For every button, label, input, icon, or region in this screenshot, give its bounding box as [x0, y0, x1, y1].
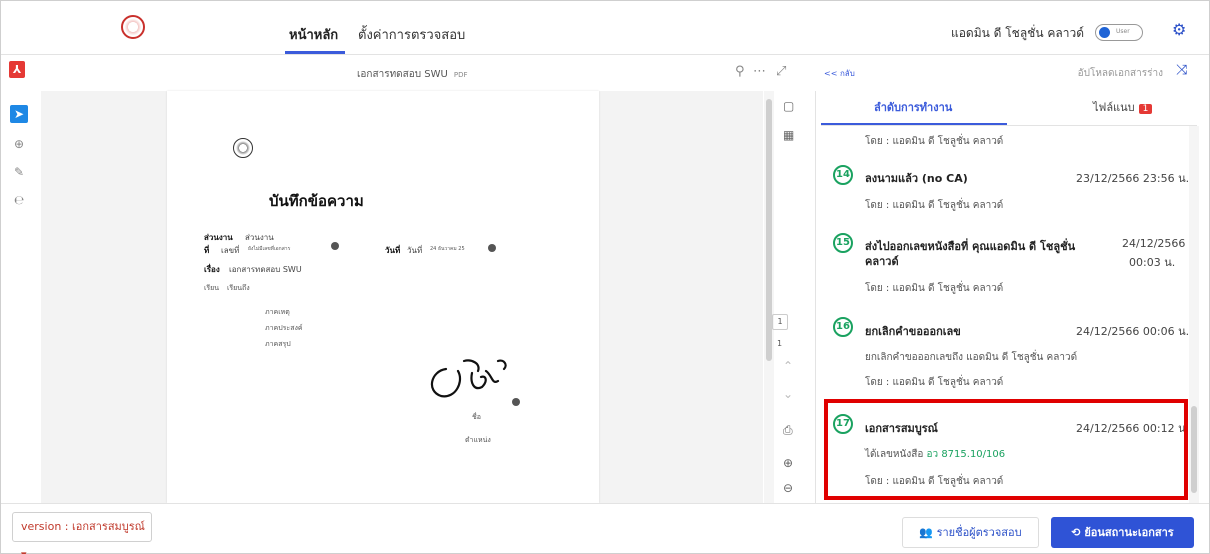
nav-review-settings[interactable]: ตั้งค่าการตรวจสอบ	[358, 24, 465, 45]
reviewers-button-label: รายชื่อผู้ตรวจสอบ	[936, 526, 1022, 539]
shuffle-icon[interactable]: ⤨	[1176, 62, 1187, 78]
university-seal-logo[interactable]	[121, 15, 145, 39]
step-by: โดย : แอดมิน ดี โชลูชั่น คลาวด์	[865, 136, 1004, 147]
reviewers-button[interactable]: 👥 รายชื่อผู้ตรวจสอบ	[902, 517, 1039, 548]
gear-icon[interactable]: ⚙	[1172, 20, 1186, 39]
revert-status-button[interactable]: ⟲ ย้อนสถานะเอกสาร	[1051, 517, 1194, 548]
memo-subject-value: เอกสารทดสอบ SWU	[229, 265, 302, 274]
attachments-count-badge: 1	[1138, 104, 1153, 114]
memo-to-label: เรียน	[204, 284, 220, 292]
signer-name: ชื่อ	[472, 413, 481, 421]
step-by: โดย : แอดมิน ดี โชลูชั่น คลาวด์	[865, 200, 1004, 211]
upload-draft-link[interactable]: อัปโหลดเอกสารร่าง	[1078, 66, 1163, 81]
user-add-icon: 👥	[919, 526, 934, 539]
toggle-label: User	[1116, 28, 1130, 35]
back-link[interactable]: << กลับ	[824, 67, 855, 80]
memo-item: ภาคประสงค์	[265, 324, 303, 332]
comments-icon[interactable]: ▢	[783, 99, 794, 113]
page-number-input[interactable]: 1	[772, 314, 788, 330]
memo-item: ภาคสรุป	[265, 340, 291, 348]
revert-icon: ⟲	[1071, 526, 1081, 539]
document-seal-logo	[233, 138, 253, 158]
signature-marker[interactable]	[512, 398, 520, 406]
pdf-icon[interactable]: ⅄	[9, 61, 25, 78]
signature-marker[interactable]	[331, 242, 339, 250]
document-page	[167, 91, 599, 503]
comment-tool-icon[interactable]: ⊕	[10, 135, 28, 153]
step-number: 15	[833, 233, 853, 253]
document-settings-icon[interactable]: ⎙	[783, 423, 793, 438]
thumbnails-icon[interactable]: ▦	[783, 128, 794, 142]
step-time: 24/12/2566	[1122, 237, 1186, 250]
signer-position: ตำแหน่ง	[465, 436, 491, 444]
user-name: แอดมิน ดี โชลูชั่น คลาวด์	[950, 26, 1084, 40]
memo-to-value: เรียนถึง	[227, 284, 250, 292]
tab-workflow[interactable]: ลำดับการทำงาน	[874, 98, 952, 116]
search-icon[interactable]: ⚲	[735, 64, 745, 79]
zoom-out-icon[interactable]: ⊖	[783, 481, 793, 495]
step-number: 16	[833, 317, 853, 337]
memo-subject-label: เรื่อง	[204, 265, 220, 274]
nav-home[interactable]: หน้าหลัก	[289, 24, 338, 45]
memo-date-value: วันที่	[407, 246, 423, 255]
handwritten-signature	[430, 359, 507, 398]
document-name: เอกสารทดสอบ SWU	[357, 69, 448, 80]
step-time: 24/12/2566 00:06 น.	[1076, 325, 1190, 338]
memo-no-small: ยังไม่มีเลขที่เอกสาร	[248, 246, 291, 252]
page-total: 1	[777, 339, 783, 348]
memo-item: ภาคเหตุ	[265, 308, 290, 316]
memo-dept-value: ส่วนงาน	[245, 233, 274, 242]
signature-marker[interactable]	[488, 244, 496, 252]
user-mode-toggle[interactable]: User	[1095, 24, 1143, 41]
step-title: ยกเลิกคำขอออกเลข	[865, 325, 961, 338]
memo-no-label: ที่	[204, 246, 210, 255]
toggle-knob	[1099, 27, 1110, 38]
memo-heading: บันทึกข้อความ	[269, 192, 364, 210]
step-number: 14	[833, 165, 853, 185]
version-select[interactable]: version : เอกสารสมบูรณ์ ▾	[12, 512, 152, 554]
step-by: โดย : แอดมิน ดี โชลูชั่น คลาวด์	[865, 377, 1004, 388]
select-tool-icon[interactable]: ➤	[10, 105, 28, 123]
more-icon[interactable]: ⋯	[753, 64, 766, 79]
page-up-icon[interactable]: ⌃	[783, 359, 793, 373]
app-window: หน้าหลัก ตั้งค่าการตรวจสอบ แอดมิน ดี โชล…	[0, 0, 1210, 554]
step-time: 23/12/2566 23:56 น.	[1076, 172, 1190, 185]
memo-date-small: 24 ธันวาคม 25	[430, 246, 465, 252]
highlight-box	[824, 399, 1188, 500]
step-title-cont: คลาวด์	[865, 255, 899, 268]
document-file-type: PDF	[453, 71, 468, 79]
tab-attachments-label: ไฟล์แนบ	[1093, 101, 1135, 114]
expand-icon[interactable]: ⤢	[776, 64, 786, 79]
step-time-cont: 00:03 น.	[1129, 256, 1176, 269]
viewer-side-tools	[776, 91, 816, 503]
memo-dept-label: ส่วนงาน	[204, 233, 233, 242]
step-title: ลงนามแล้ว (no CA)	[865, 172, 968, 185]
memo-date-label: วันที่	[385, 246, 401, 255]
lasso-tool-icon[interactable]: ℮	[10, 191, 28, 209]
memo-no-value: เลขที่	[221, 246, 240, 255]
nav-active-indicator	[285, 51, 345, 54]
page-down-icon[interactable]: ⌄	[783, 387, 793, 401]
revert-button-label: ย้อนสถานะเอกสาร	[1084, 526, 1174, 539]
tab-attachments[interactable]: ไฟล์แนบ 1	[1093, 98, 1153, 116]
panel-scroll-thumb[interactable]	[1191, 406, 1197, 493]
pen-tool-icon[interactable]: ✎	[10, 163, 28, 181]
zoom-in-icon[interactable]: ⊕	[783, 456, 793, 470]
step-detail: ยกเลิกคำขอออกเลขถึง แอดมิน ดี โชลูชั่น ค…	[865, 352, 1078, 363]
tab-divider	[821, 125, 1197, 126]
step-by: โดย : แอดมิน ดี โชลูชั่น คลาวด์	[865, 283, 1004, 294]
document-title: เอกสารทดสอบ SWU PDF	[357, 67, 468, 82]
